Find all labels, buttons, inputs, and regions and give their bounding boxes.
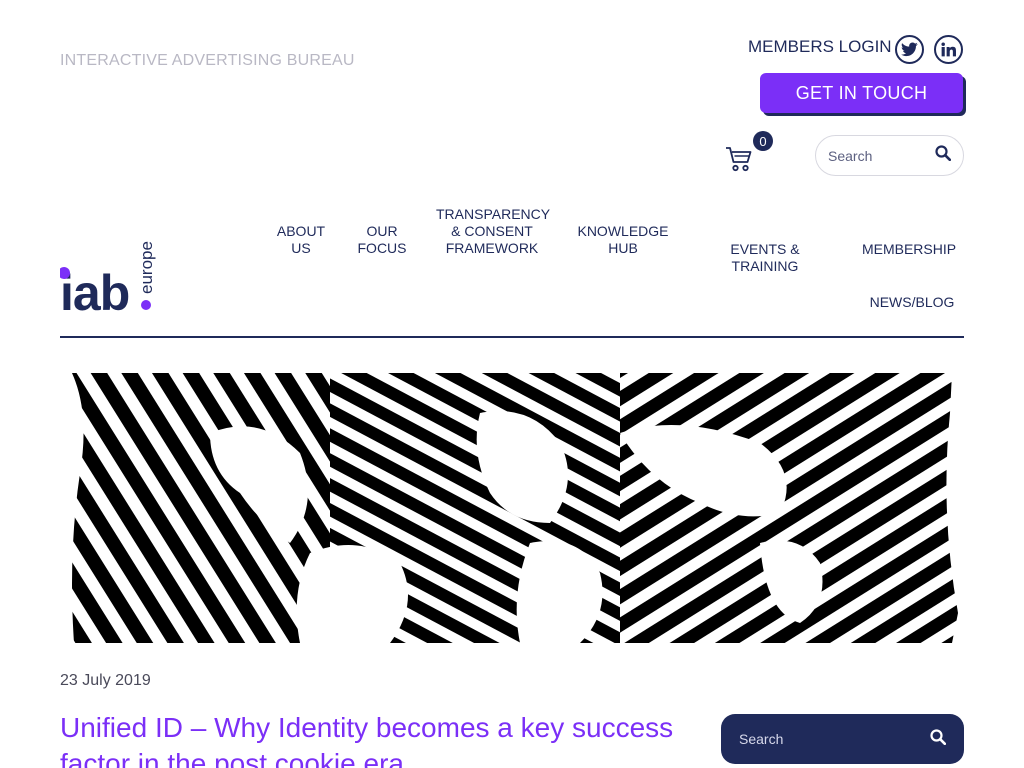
hero-fingerprint-world-image bbox=[60, 373, 964, 643]
nav-our-focus[interactable]: OUR FOCUS bbox=[356, 223, 408, 257]
nav-news-blog[interactable]: NEWS/BLOG bbox=[866, 294, 958, 311]
cart-count-badge: 0 bbox=[753, 131, 773, 151]
get-in-touch-button[interactable]: GET IN TOUCH bbox=[760, 73, 963, 113]
twitter-icon[interactable] bbox=[895, 35, 924, 64]
nav-knowledge-hub-line1: KNOWLEDGE bbox=[577, 223, 669, 239]
nav-tcf[interactable]: TRANSPARENCY & CONSENT FRAMEWORK bbox=[436, 206, 551, 257]
header-search-input[interactable] bbox=[828, 147, 928, 164]
nav-tcf-line3: FRAMEWORK bbox=[445, 240, 539, 256]
nav-membership[interactable]: MEMBERSHIP bbox=[860, 241, 958, 258]
nav-tcf-line1: TRANSPARENCY bbox=[436, 206, 551, 222]
nav-events-training[interactable]: EVENTS & TRAINING bbox=[696, 241, 834, 275]
nav-our-focus-line1: OUR bbox=[366, 223, 398, 239]
nav-our-focus-line2: FOCUS bbox=[357, 240, 407, 256]
iab-europe-logo[interactable]: iab europe bbox=[58, 230, 160, 321]
nav-knowledge-hub-line2: HUB bbox=[608, 240, 638, 256]
members-login-link[interactable]: MEMBERS LOGIN bbox=[748, 37, 892, 57]
sidebar-search[interactable] bbox=[721, 714, 964, 764]
nav-about-us-line2: US bbox=[291, 240, 311, 256]
cart-icon[interactable] bbox=[724, 144, 756, 176]
search-icon[interactable] bbox=[935, 145, 952, 166]
header-search[interactable] bbox=[815, 135, 964, 176]
sidebar-search-input[interactable] bbox=[739, 731, 909, 747]
svg-text:iab: iab bbox=[60, 265, 129, 312]
svg-text:europe: europe bbox=[137, 241, 156, 294]
nav-about-us[interactable]: ABOUT US bbox=[276, 223, 326, 257]
site-tagline: INTERACTIVE ADVERTISING BUREAU bbox=[60, 52, 355, 69]
nav-knowledge-hub[interactable]: KNOWLEDGE HUB bbox=[576, 223, 670, 257]
nav-tcf-line2: & CONSENT bbox=[451, 223, 533, 239]
article-date: 23 July 2019 bbox=[60, 672, 151, 689]
article-title: Unified ID – Why Identity becomes a key … bbox=[60, 712, 674, 768]
linkedin-icon[interactable] bbox=[934, 35, 963, 64]
header-divider bbox=[60, 336, 964, 338]
nav-about-us-line1: ABOUT bbox=[276, 223, 326, 239]
search-icon[interactable] bbox=[930, 728, 947, 750]
